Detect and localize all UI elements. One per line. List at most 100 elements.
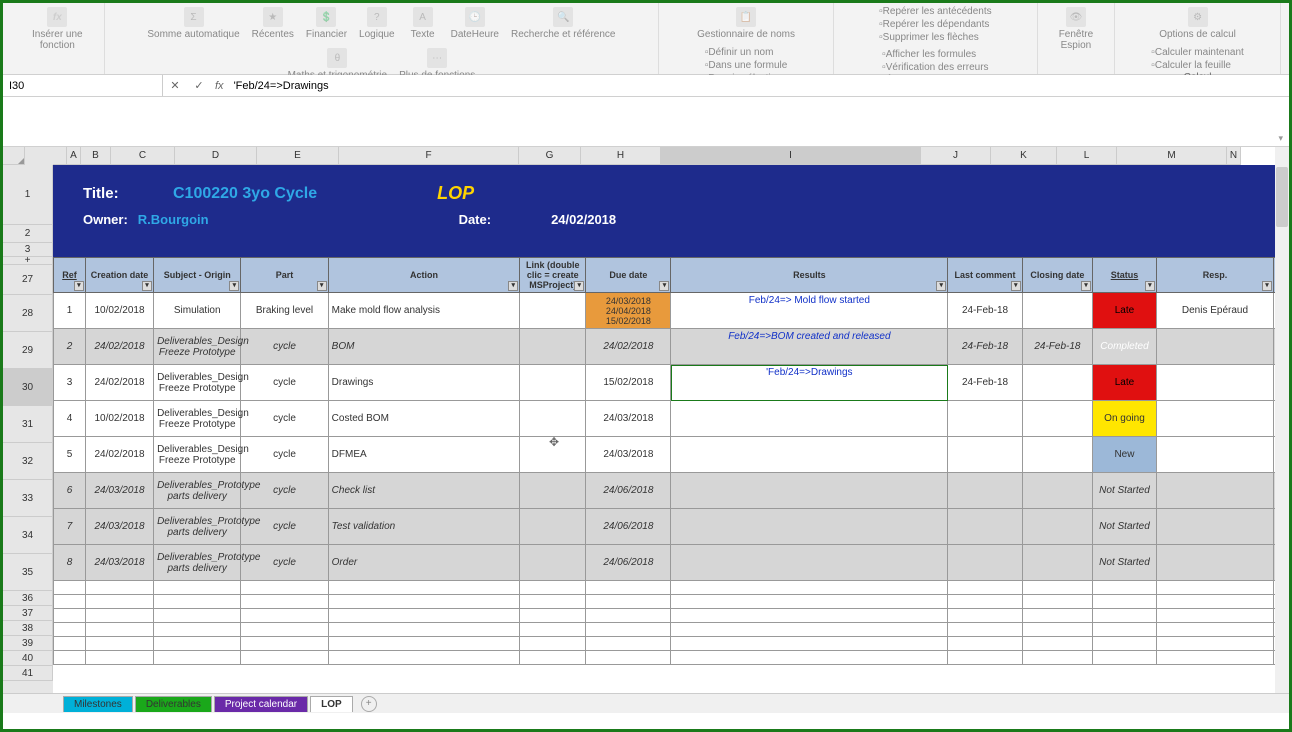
table-row[interactable]: 824/03/2018Deliverables_Prototype parts … [54, 545, 1289, 581]
cell[interactable] [586, 609, 671, 623]
cell[interactable] [671, 401, 948, 437]
cell[interactable]: 24/03/2018 [85, 509, 153, 545]
row-header[interactable]: 1 [3, 165, 53, 225]
column-header[interactable]: K [991, 147, 1057, 165]
row-header[interactable]: 36 [3, 591, 53, 606]
cell[interactable] [1022, 609, 1092, 623]
cell[interactable]: 24/06/2018 [586, 473, 671, 509]
column-header[interactable]: M [1117, 147, 1227, 165]
table-row[interactable] [54, 637, 1289, 651]
column-header[interactable]: N [1227, 147, 1241, 165]
table-row[interactable]: 224/02/2018Deliverables_Design Freeze Pr… [54, 329, 1289, 365]
cell[interactable] [154, 581, 241, 595]
formula-input[interactable] [228, 75, 1289, 96]
cell[interactable] [586, 595, 671, 609]
cell[interactable] [520, 509, 586, 545]
name-box[interactable] [3, 75, 163, 96]
show-formulas-button[interactable]: ▫ Afficher les formules [879, 48, 991, 61]
cell[interactable] [671, 509, 948, 545]
cell[interactable]: Feb/24=>BOM created and released [671, 329, 948, 365]
cell[interactable] [1156, 623, 1273, 637]
table-row[interactable] [54, 651, 1289, 665]
row-header[interactable]: 28 [3, 295, 53, 332]
cell[interactable] [948, 609, 1023, 623]
cell[interactable]: 2 [54, 329, 86, 365]
cell[interactable]: 24-Feb-18 [948, 365, 1023, 401]
use-in-formula-button[interactable]: ▫ Dans une formule [702, 59, 790, 72]
cell[interactable] [85, 637, 153, 651]
table-row[interactable]: 524/02/2018Deliverables_Design Freeze Pr… [54, 437, 1289, 473]
cell[interactable]: cycle [241, 509, 328, 545]
row-header[interactable]: 39 [3, 636, 53, 651]
recent-button[interactable]: ★Récentes [248, 5, 298, 42]
cell[interactable]: Deliverables_Design Freeze Prototype [154, 437, 241, 473]
cell[interactable]: New [1093, 437, 1157, 473]
cell[interactable]: BOM [328, 329, 520, 365]
vertical-scrollbar[interactable] [1275, 147, 1289, 693]
cell[interactable] [241, 637, 328, 651]
cell[interactable] [85, 609, 153, 623]
cell[interactable] [54, 651, 86, 665]
cell[interactable] [1022, 509, 1092, 545]
cell[interactable] [1093, 581, 1157, 595]
lop-table[interactable]: Ref▾Creation date▾Subject - Origin▾Part▾… [53, 257, 1289, 665]
cell[interactable]: Order [328, 545, 520, 581]
col-header-creation[interactable]: Creation date▾ [85, 258, 153, 293]
cell[interactable] [1156, 609, 1273, 623]
cell[interactable]: 'Feb/24=>Drawings [671, 365, 948, 401]
cell[interactable] [1022, 401, 1092, 437]
col-header-closing[interactable]: Closing date▾ [1022, 258, 1092, 293]
cell[interactable] [241, 595, 328, 609]
col-header-due[interactable]: Due date▾ [586, 258, 671, 293]
cell[interactable]: 24/03/201824/04/201815/02/2018 [586, 293, 671, 329]
cell[interactable]: cycle [241, 545, 328, 581]
cell[interactable] [1093, 595, 1157, 609]
cell[interactable] [154, 609, 241, 623]
cell[interactable] [948, 401, 1023, 437]
cell[interactable]: cycle [241, 437, 328, 473]
cell[interactable] [154, 623, 241, 637]
cell[interactable] [241, 609, 328, 623]
cell[interactable] [1093, 609, 1157, 623]
tab-lop[interactable]: LOP [310, 696, 353, 712]
col-header-action[interactable]: Action▾ [328, 258, 520, 293]
cell[interactable]: 24/06/2018 [586, 509, 671, 545]
cell[interactable] [154, 637, 241, 651]
cell[interactable] [328, 651, 520, 665]
cell[interactable]: Drawings [328, 365, 520, 401]
row-header[interactable]: 31 [3, 406, 53, 443]
cell[interactable] [671, 623, 948, 637]
column-header[interactable]: I [661, 147, 921, 165]
cell[interactable] [85, 581, 153, 595]
row-header[interactable]: 33 [3, 480, 53, 517]
cell[interactable] [1156, 595, 1273, 609]
logical-button[interactable]: ?Logique [355, 5, 399, 42]
cell[interactable] [520, 651, 586, 665]
cancel-formula-button[interactable]: ✕ [163, 79, 187, 92]
cell[interactable] [1156, 581, 1273, 595]
filter-arrow-icon[interactable]: ▾ [1011, 281, 1021, 291]
cell[interactable]: 24/06/2018 [586, 545, 671, 581]
table-row[interactable]: 624/03/2018Deliverables_Prototype parts … [54, 473, 1289, 509]
cell[interactable] [520, 329, 586, 365]
add-sheet-button[interactable]: + [361, 696, 377, 712]
cell[interactable] [586, 581, 671, 595]
cell[interactable] [671, 595, 948, 609]
cell[interactable] [520, 637, 586, 651]
cell[interactable] [54, 623, 86, 637]
cell[interactable] [1022, 651, 1092, 665]
column-header[interactable]: D [175, 147, 257, 165]
cell[interactable] [328, 623, 520, 637]
cell[interactable] [1022, 437, 1092, 473]
cell[interactable] [1093, 651, 1157, 665]
table-row[interactable]: 324/02/2018Deliverables_Design Freeze Pr… [54, 365, 1289, 401]
cell[interactable]: 3 [54, 365, 86, 401]
column-header[interactable]: F [339, 147, 519, 165]
cell[interactable]: 6 [54, 473, 86, 509]
lookup-button[interactable]: 🔍Recherche et référence [507, 5, 620, 42]
cell[interactable] [154, 595, 241, 609]
cell[interactable] [241, 581, 328, 595]
tab-milestones[interactable]: Milestones [63, 696, 133, 712]
cell[interactable]: DFMEA [328, 437, 520, 473]
column-header[interactable]: G [519, 147, 581, 165]
